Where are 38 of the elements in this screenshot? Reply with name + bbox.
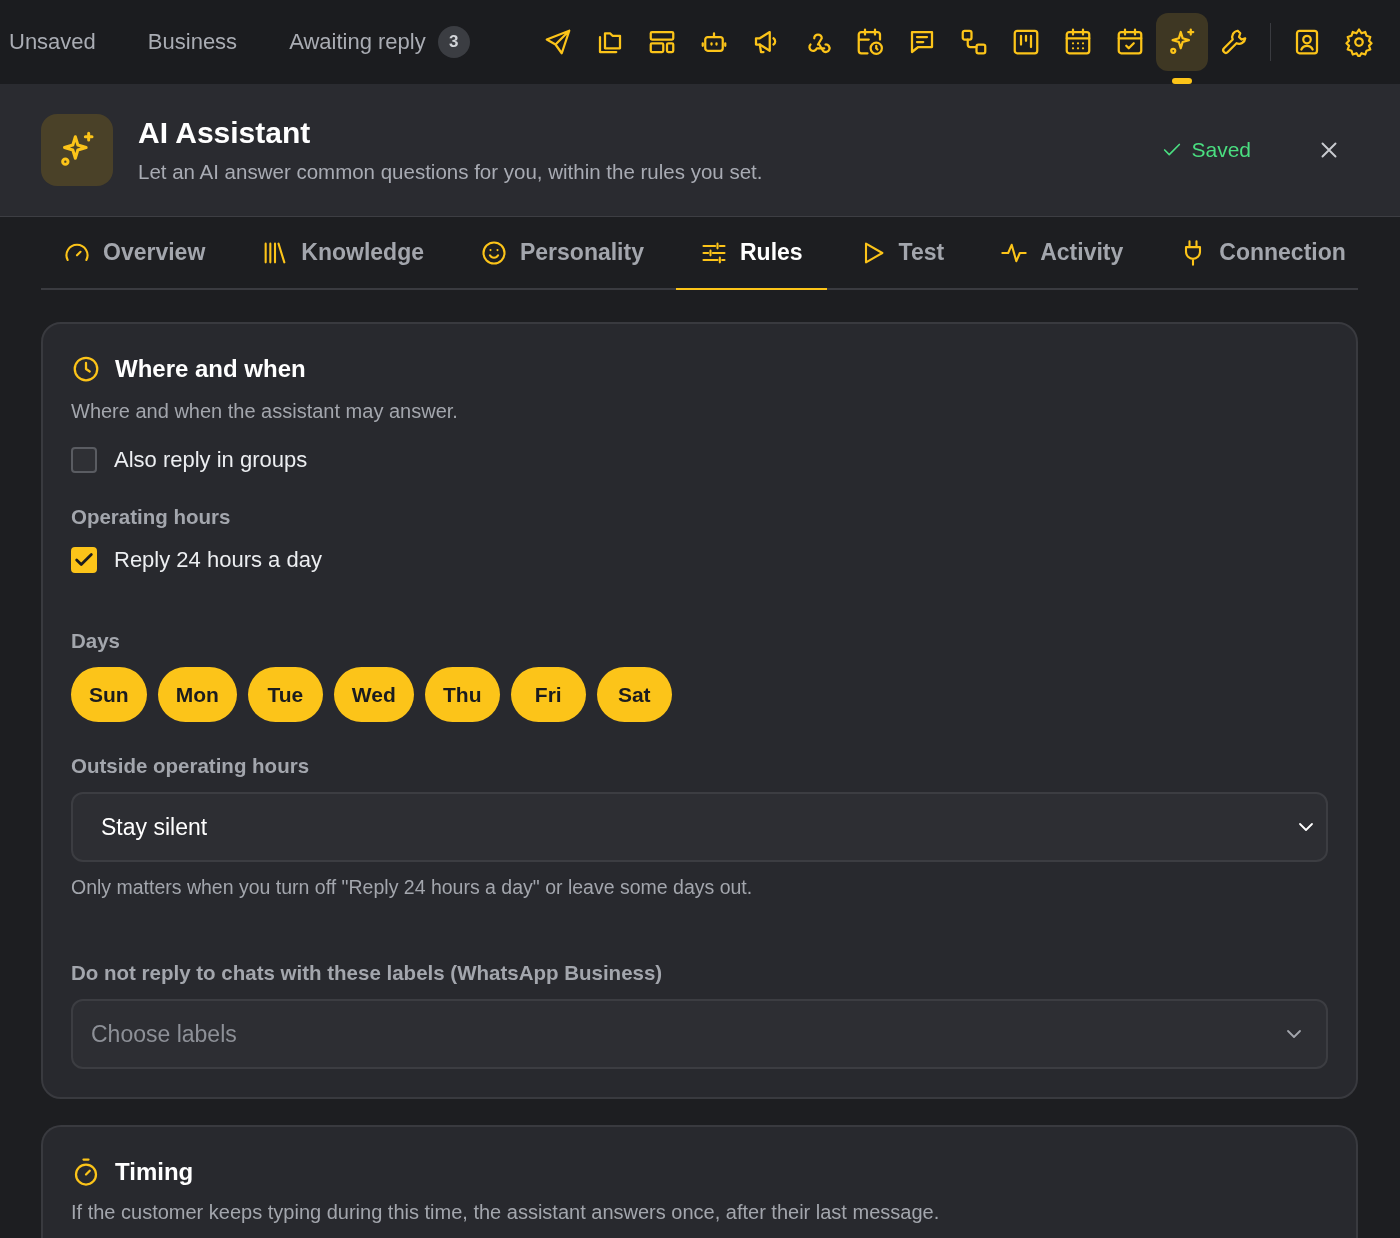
smiley-icon <box>479 238 508 267</box>
saved-status: Saved <box>1191 138 1251 162</box>
filter-link[interactable]: Unsaved <box>9 29 96 55</box>
labels-dropdown[interactable]: Choose labels <box>71 999 1328 1069</box>
filter-link[interactable]: Business <box>147 29 238 55</box>
page-title: AI Assistant <box>138 116 312 150</box>
tab[interactable]: Personality <box>479 217 668 290</box>
filter-link[interactable]: Awaiting reply <box>289 29 426 55</box>
checkbox-label: Also reply in groups <box>114 447 308 473</box>
tab[interactable]: Overview <box>63 217 230 290</box>
field-label: Operating hours <box>71 505 232 529</box>
tab[interactable]: Rules <box>675 217 827 290</box>
day-toggle[interactable]: Fri <box>510 667 586 722</box>
tab[interactable]: Test <box>858 217 969 290</box>
field-hint: Only matters when you turn off "Reply 24 hours a day" or leave some days out. <box>71 876 754 899</box>
checkbox-label: Reply 24 hours a day <box>114 547 322 573</box>
field-label: Outside operating hours <box>71 754 311 778</box>
day-toggle[interactable]: Sun <box>71 667 147 722</box>
day-toggle[interactable]: Wed <box>333 667 414 722</box>
dropdown-field[interactable]: Stay silent <box>71 792 1328 862</box>
tab[interactable]: Knowledge <box>261 217 448 290</box>
tab[interactable]: Activity <box>1000 217 1148 290</box>
day-toggle[interactable]: Mon <box>157 667 237 722</box>
section-description: Where and when the assistant may answer. <box>71 400 459 423</box>
checkbox[interactable] <box>71 447 97 473</box>
field-label: Days <box>71 629 121 653</box>
section-description: If the customer keeps typing during this time, the assistant answers once, after their last message. <box>71 1201 941 1224</box>
day-toggle[interactable]: Thu <box>424 667 500 722</box>
section-title: Where and when <box>115 355 306 383</box>
settings-icon <box>1343 27 1374 57</box>
clock-icon <box>71 354 101 384</box>
day-toggle[interactable]: Sat <box>596 667 672 722</box>
tab[interactable]: Connection <box>1179 217 1370 290</box>
count-badge: 3 <box>437 26 470 58</box>
section-title: Timing <box>115 1158 194 1186</box>
field-label: Do not reply to chats with these labels (WhatsApp Business) <box>71 961 664 985</box>
page-subtitle: Let an AI answer common questions for you, within the rules you set. <box>138 160 764 184</box>
day-toggle[interactable]: Tue <box>247 667 323 722</box>
